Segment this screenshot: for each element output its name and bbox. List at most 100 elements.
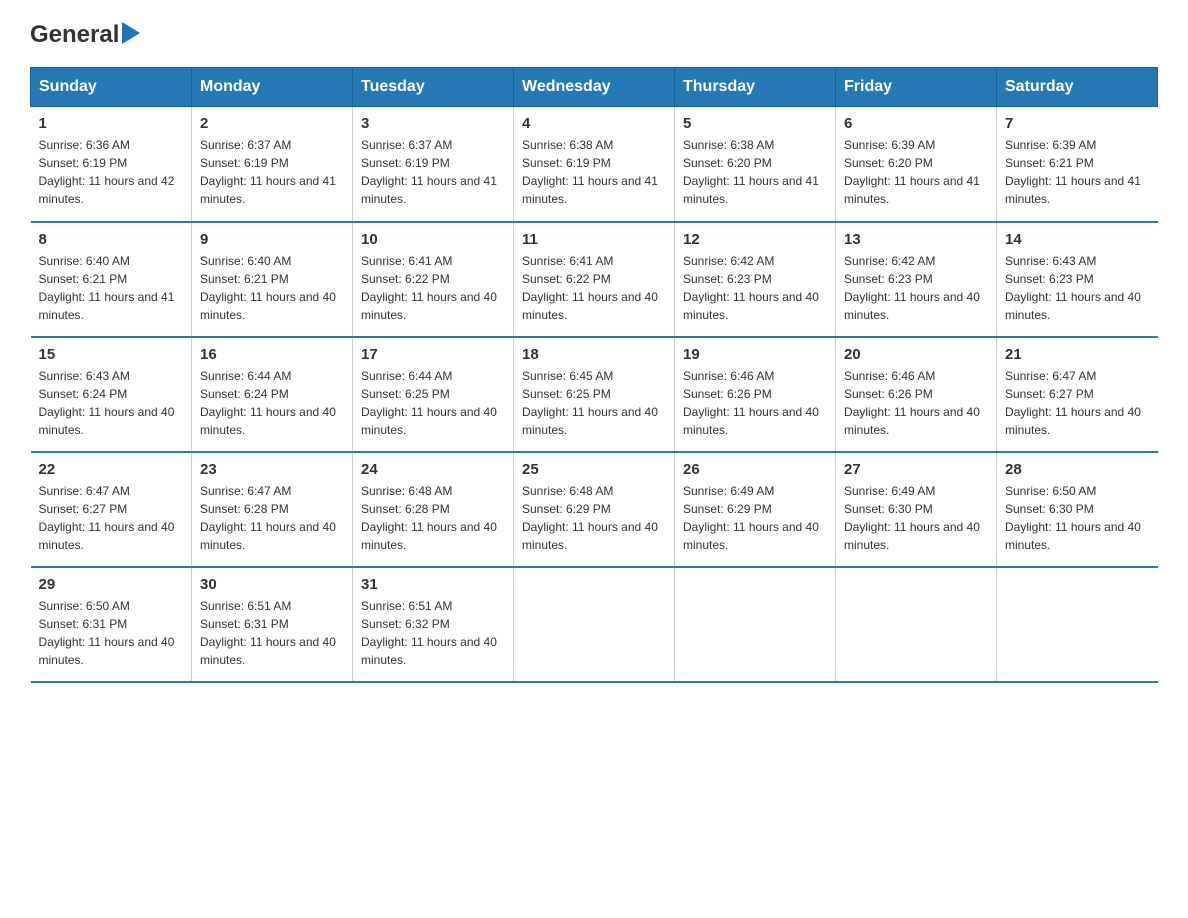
sunset-label: Sunset: 6:23 PM xyxy=(683,272,772,286)
calendar-cell: 12 Sunrise: 6:42 AM Sunset: 6:23 PM Dayl… xyxy=(675,222,836,337)
day-number: 2 xyxy=(200,115,344,132)
calendar-cell: 11 Sunrise: 6:41 AM Sunset: 6:22 PM Dayl… xyxy=(514,222,675,337)
daylight-label: Daylight: 11 hours and 40 minutes. xyxy=(361,290,497,322)
sunset-label: Sunset: 6:23 PM xyxy=(844,272,933,286)
day-number: 30 xyxy=(200,576,344,593)
sunrise-label: Sunrise: 6:51 AM xyxy=(200,599,291,613)
sunrise-label: Sunrise: 6:45 AM xyxy=(522,369,613,383)
sunset-label: Sunset: 6:31 PM xyxy=(39,617,128,631)
calendar-cell: 28 Sunrise: 6:50 AM Sunset: 6:30 PM Dayl… xyxy=(997,452,1158,567)
sunset-label: Sunset: 6:19 PM xyxy=(200,156,289,170)
logo-arrow-icon xyxy=(122,22,140,44)
daylight-label: Daylight: 11 hours and 40 minutes. xyxy=(200,520,336,552)
sunrise-label: Sunrise: 6:38 AM xyxy=(522,138,613,152)
daylight-label: Daylight: 11 hours and 40 minutes. xyxy=(39,520,175,552)
daylight-label: Daylight: 11 hours and 42 minutes. xyxy=(39,174,175,206)
logo-general-text: General xyxy=(30,21,119,49)
sunset-label: Sunset: 6:26 PM xyxy=(844,387,933,401)
daylight-label: Daylight: 11 hours and 40 minutes. xyxy=(361,635,497,667)
sunrise-label: Sunrise: 6:47 AM xyxy=(200,484,291,498)
sunset-label: Sunset: 6:32 PM xyxy=(361,617,450,631)
sunrise-label: Sunrise: 6:48 AM xyxy=(522,484,613,498)
daylight-label: Daylight: 11 hours and 40 minutes. xyxy=(844,290,980,322)
day-info: Sunrise: 6:37 AM Sunset: 6:19 PM Dayligh… xyxy=(361,136,505,208)
day-info: Sunrise: 6:46 AM Sunset: 6:26 PM Dayligh… xyxy=(683,367,827,439)
calendar-cell: 1 Sunrise: 6:36 AM Sunset: 6:19 PM Dayli… xyxy=(31,107,192,222)
header-saturday: Saturday xyxy=(997,68,1158,107)
day-number: 23 xyxy=(200,461,344,478)
calendar-cell: 10 Sunrise: 6:41 AM Sunset: 6:22 PM Dayl… xyxy=(353,222,514,337)
logo: General xyxy=(30,20,140,49)
day-number: 14 xyxy=(1005,231,1150,248)
calendar-cell: 23 Sunrise: 6:47 AM Sunset: 6:28 PM Dayl… xyxy=(192,452,353,567)
calendar-cell: 8 Sunrise: 6:40 AM Sunset: 6:21 PM Dayli… xyxy=(31,222,192,337)
week-row-1: 1 Sunrise: 6:36 AM Sunset: 6:19 PM Dayli… xyxy=(31,107,1158,222)
daylight-label: Daylight: 11 hours and 41 minutes. xyxy=(39,290,175,322)
daylight-label: Daylight: 11 hours and 40 minutes. xyxy=(200,290,336,322)
daylight-label: Daylight: 11 hours and 40 minutes. xyxy=(683,290,819,322)
day-number: 13 xyxy=(844,231,988,248)
sunset-label: Sunset: 6:20 PM xyxy=(683,156,772,170)
day-number: 11 xyxy=(522,231,666,248)
sunrise-label: Sunrise: 6:50 AM xyxy=(1005,484,1096,498)
calendar-cell: 21 Sunrise: 6:47 AM Sunset: 6:27 PM Dayl… xyxy=(997,337,1158,452)
daylight-label: Daylight: 11 hours and 40 minutes. xyxy=(39,405,175,437)
daylight-label: Daylight: 11 hours and 40 minutes. xyxy=(522,520,658,552)
daylight-label: Daylight: 11 hours and 40 minutes. xyxy=(683,520,819,552)
calendar-cell: 25 Sunrise: 6:48 AM Sunset: 6:29 PM Dayl… xyxy=(514,452,675,567)
calendar-cell xyxy=(514,567,675,682)
day-info: Sunrise: 6:50 AM Sunset: 6:31 PM Dayligh… xyxy=(39,597,184,669)
day-number: 8 xyxy=(39,231,184,248)
calendar-cell: 18 Sunrise: 6:45 AM Sunset: 6:25 PM Dayl… xyxy=(514,337,675,452)
sunset-label: Sunset: 6:27 PM xyxy=(1005,387,1094,401)
sunrise-label: Sunrise: 6:41 AM xyxy=(522,254,613,268)
calendar-cell: 30 Sunrise: 6:51 AM Sunset: 6:31 PM Dayl… xyxy=(192,567,353,682)
sunset-label: Sunset: 6:19 PM xyxy=(361,156,450,170)
day-info: Sunrise: 6:43 AM Sunset: 6:24 PM Dayligh… xyxy=(39,367,184,439)
day-number: 7 xyxy=(1005,115,1150,132)
calendar-cell: 14 Sunrise: 6:43 AM Sunset: 6:23 PM Dayl… xyxy=(997,222,1158,337)
calendar-cell: 4 Sunrise: 6:38 AM Sunset: 6:19 PM Dayli… xyxy=(514,107,675,222)
sunrise-label: Sunrise: 6:40 AM xyxy=(39,254,130,268)
sunset-label: Sunset: 6:25 PM xyxy=(522,387,611,401)
sunrise-label: Sunrise: 6:37 AM xyxy=(200,138,291,152)
day-number: 12 xyxy=(683,231,827,248)
daylight-label: Daylight: 11 hours and 40 minutes. xyxy=(361,405,497,437)
day-info: Sunrise: 6:42 AM Sunset: 6:23 PM Dayligh… xyxy=(683,252,827,324)
calendar-cell: 13 Sunrise: 6:42 AM Sunset: 6:23 PM Dayl… xyxy=(836,222,997,337)
sunrise-label: Sunrise: 6:43 AM xyxy=(1005,254,1096,268)
week-row-3: 15 Sunrise: 6:43 AM Sunset: 6:24 PM Dayl… xyxy=(31,337,1158,452)
day-number: 3 xyxy=(361,115,505,132)
calendar-cell: 31 Sunrise: 6:51 AM Sunset: 6:32 PM Dayl… xyxy=(353,567,514,682)
day-info: Sunrise: 6:47 AM Sunset: 6:27 PM Dayligh… xyxy=(39,482,184,554)
header-tuesday: Tuesday xyxy=(353,68,514,107)
day-number: 28 xyxy=(1005,461,1150,478)
day-number: 5 xyxy=(683,115,827,132)
day-number: 22 xyxy=(39,461,184,478)
daylight-label: Daylight: 11 hours and 41 minutes. xyxy=(200,174,336,206)
calendar-cell xyxy=(675,567,836,682)
sunset-label: Sunset: 6:26 PM xyxy=(683,387,772,401)
day-number: 6 xyxy=(844,115,988,132)
daylight-label: Daylight: 11 hours and 41 minutes. xyxy=(522,174,658,206)
daylight-label: Daylight: 11 hours and 40 minutes. xyxy=(844,520,980,552)
day-info: Sunrise: 6:39 AM Sunset: 6:20 PM Dayligh… xyxy=(844,136,988,208)
day-info: Sunrise: 6:45 AM Sunset: 6:25 PM Dayligh… xyxy=(522,367,666,439)
daylight-label: Daylight: 11 hours and 41 minutes. xyxy=(361,174,497,206)
sunrise-label: Sunrise: 6:37 AM xyxy=(361,138,452,152)
daylight-label: Daylight: 11 hours and 41 minutes. xyxy=(844,174,980,206)
sunrise-label: Sunrise: 6:46 AM xyxy=(683,369,774,383)
day-number: 19 xyxy=(683,346,827,363)
calendar-cell: 27 Sunrise: 6:49 AM Sunset: 6:30 PM Dayl… xyxy=(836,452,997,567)
daylight-label: Daylight: 11 hours and 40 minutes. xyxy=(522,290,658,322)
sunset-label: Sunset: 6:25 PM xyxy=(361,387,450,401)
day-info: Sunrise: 6:47 AM Sunset: 6:27 PM Dayligh… xyxy=(1005,367,1150,439)
calendar-cell: 20 Sunrise: 6:46 AM Sunset: 6:26 PM Dayl… xyxy=(836,337,997,452)
calendar-cell: 15 Sunrise: 6:43 AM Sunset: 6:24 PM Dayl… xyxy=(31,337,192,452)
calendar-cell xyxy=(997,567,1158,682)
day-info: Sunrise: 6:46 AM Sunset: 6:26 PM Dayligh… xyxy=(844,367,988,439)
sunrise-label: Sunrise: 6:44 AM xyxy=(361,369,452,383)
day-info: Sunrise: 6:41 AM Sunset: 6:22 PM Dayligh… xyxy=(361,252,505,324)
day-number: 16 xyxy=(200,346,344,363)
day-number: 29 xyxy=(39,576,184,593)
